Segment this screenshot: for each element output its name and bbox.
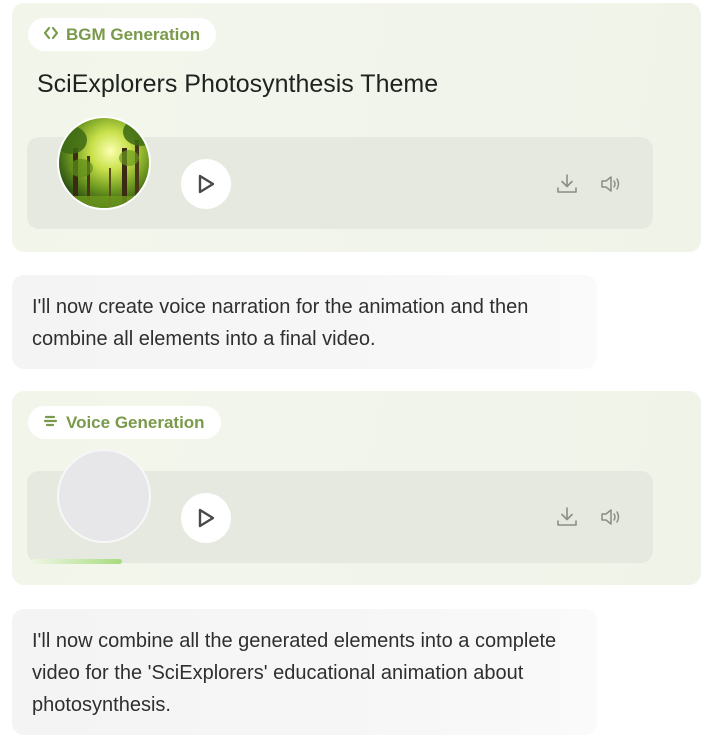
bgm-generation-badge: BGM Generation xyxy=(28,18,217,51)
play-button[interactable] xyxy=(181,159,231,209)
loading-progress-bar xyxy=(32,559,122,564)
voice-generation-badge: Voice Generation xyxy=(28,406,221,439)
voice-generation-card: Voice Generation xyxy=(12,391,701,585)
voice-wave-icon xyxy=(43,414,58,431)
bgm-generation-card: BGM Generation SciExplorers Photosynthes… xyxy=(12,3,701,252)
assistant-message: I'll now combine all the generated eleme… xyxy=(12,609,597,735)
play-icon xyxy=(198,508,215,528)
music-code-icon xyxy=(43,26,59,43)
volume-icon[interactable] xyxy=(599,505,623,529)
play-icon xyxy=(198,174,215,194)
forest-cover-image xyxy=(57,116,151,210)
play-button[interactable] xyxy=(181,493,231,543)
volume-icon[interactable] xyxy=(599,172,623,196)
assistant-message: I'll now create voice narration for the … xyxy=(12,275,597,369)
placeholder-avatar xyxy=(57,449,151,543)
bgm-badge-label: BGM Generation xyxy=(66,24,201,44)
download-icon[interactable] xyxy=(555,505,579,529)
download-icon[interactable] xyxy=(555,172,579,196)
track-title: SciExplorers Photosynthesis Theme xyxy=(37,70,439,98)
voice-badge-label: Voice Generation xyxy=(66,412,205,432)
